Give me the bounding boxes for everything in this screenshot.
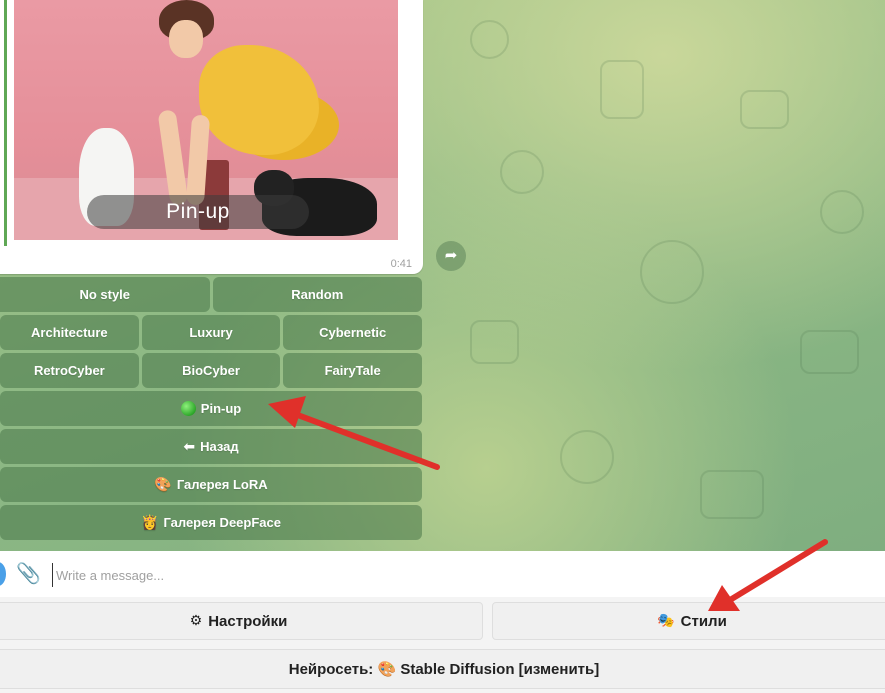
- annotation-arrow-styles: [708, 539, 828, 611]
- annotation-arrows: [268, 396, 828, 611]
- annotation-arrow-pinup: [268, 396, 440, 470]
